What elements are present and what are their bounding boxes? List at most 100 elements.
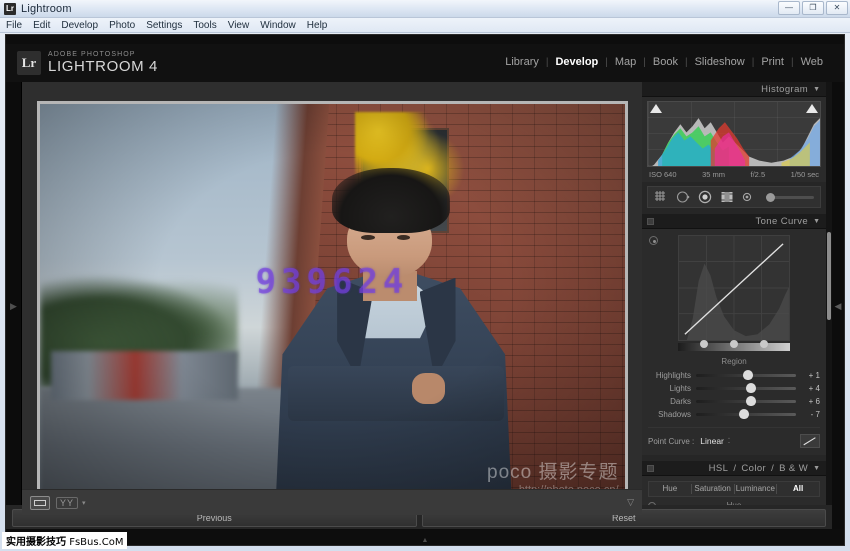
slider-track-lights[interactable] xyxy=(696,387,796,390)
slider-track-shadows[interactable] xyxy=(696,413,796,416)
menu-edit[interactable]: Edit xyxy=(33,20,50,31)
point-curve-dropdown-icon[interactable]: ⁚ xyxy=(728,437,730,445)
filmstrip-collapse-strip[interactable]: ▲ xyxy=(6,529,844,545)
slider-row-highlights: Highlights + 1 xyxy=(648,369,820,381)
menu-develop[interactable]: Develop xyxy=(61,20,98,31)
right-panel-scroll-thumb[interactable] xyxy=(827,232,831,320)
lightroom-frame: ▲ Lr ADOBE PHOTOSHOP LIGHTROOM 4 Library… xyxy=(5,34,845,546)
window-controls: — ❐ ✕ xyxy=(778,1,848,15)
lightroom-badge-icon: Lr xyxy=(17,51,41,75)
point-curve-row: Point Curve : Linear ⁚ xyxy=(648,427,820,448)
photo-vignette xyxy=(40,104,625,510)
loupe-view-icon[interactable] xyxy=(30,496,50,510)
tone-curve-panel-switch[interactable] xyxy=(647,218,654,225)
slider-knob-highlights[interactable] xyxy=(743,370,753,380)
histogram-graph[interactable] xyxy=(647,101,821,167)
red-eye-correction-icon[interactable] xyxy=(698,190,712,204)
hsl-panel-title-hsl[interactable]: HSL xyxy=(709,463,729,474)
point-curve-edit-button[interactable] xyxy=(800,434,820,448)
exif-shutter: 1/50 sec xyxy=(791,170,819,179)
slider-knob-lights[interactable] xyxy=(746,383,756,393)
module-develop[interactable]: Develop xyxy=(548,56,605,68)
hsl-tab-luminance[interactable]: Luminance xyxy=(735,481,777,497)
hsl-tab-all[interactable]: All xyxy=(777,481,819,497)
slider-track-highlights[interactable] xyxy=(696,374,796,377)
spot-removal-icon[interactable] xyxy=(676,190,690,204)
hsl-tab-hue[interactable]: Hue xyxy=(649,481,691,497)
photo-frame[interactable]: 939624 poco 摄影专题 http://photo.poco.cn/ xyxy=(37,101,628,513)
histogram-panel-body: ISO 640 35 mm f/2.5 1/50 sec xyxy=(642,97,826,182)
tone-curve-graph-wrap xyxy=(648,235,820,351)
tone-curve-panel-header[interactable]: Tone Curve ▼ xyxy=(642,214,826,229)
hsl-title-sep: / xyxy=(733,463,736,474)
tone-range-handle-highlights[interactable] xyxy=(760,340,768,348)
adjustment-brush-icon[interactable] xyxy=(742,190,756,204)
histogram-panel-header[interactable]: Histogram ▼ xyxy=(642,82,826,97)
identity-title: LIGHTROOM 4 xyxy=(48,59,158,75)
hsl-panel-title-color[interactable]: Color xyxy=(741,463,766,474)
slider-knob-darks[interactable] xyxy=(746,396,756,406)
brush-size-slider[interactable] xyxy=(766,196,814,199)
tone-curve-range-ramp[interactable] xyxy=(678,343,790,351)
slider-track-darks[interactable] xyxy=(696,400,796,403)
identity-plate[interactable]: Lr ADOBE PHOTOSHOP LIGHTROOM 4 xyxy=(17,51,158,75)
curve-edit-icon xyxy=(801,435,819,448)
slider-label-lights: Lights xyxy=(648,384,696,393)
right-panel-collapse-handle[interactable]: ◀ xyxy=(832,82,844,531)
brush-size-knob[interactable] xyxy=(766,193,775,202)
menu-settings[interactable]: Settings xyxy=(146,20,182,31)
tone-curve-panel-title: Tone Curve xyxy=(755,216,808,227)
slider-label-darks: Darks xyxy=(648,397,696,406)
tone-curve-graph[interactable] xyxy=(678,235,790,341)
tone-curve-panel-body: Region Highlights + 1 Lights xyxy=(642,229,826,455)
left-panel-collapse-handle[interactable]: ▶ xyxy=(6,82,22,531)
highlight-clipping-indicator[interactable] xyxy=(806,104,818,113)
tone-range-handle-midtones[interactable] xyxy=(730,340,738,348)
graduated-filter-icon[interactable] xyxy=(720,190,734,204)
app-root: Lr Lightroom — ❐ ✕ File Edit Develop Pho… xyxy=(0,0,850,551)
slider-row-lights: Lights + 4 xyxy=(648,382,820,394)
before-after-dropdown-icon[interactable]: ▾ xyxy=(82,499,86,507)
window-titlebar: Lr Lightroom — ❐ ✕ xyxy=(0,0,850,18)
module-web[interactable]: Web xyxy=(794,56,830,68)
maximize-button[interactable]: ❐ xyxy=(802,1,824,15)
minimize-button[interactable]: — xyxy=(778,1,800,15)
slider-knob-shadows[interactable] xyxy=(739,409,749,419)
menu-tools[interactable]: Tools xyxy=(193,20,216,31)
before-after-button[interactable]: YY xyxy=(56,497,78,509)
hsl-panel-title-bw[interactable]: B & W xyxy=(779,463,808,474)
chevron-down-icon[interactable]: ▼ xyxy=(813,86,820,93)
module-book[interactable]: Book xyxy=(646,56,685,68)
hsl-panel-switch[interactable] xyxy=(647,465,654,472)
histogram-curves xyxy=(648,102,820,167)
shadow-clipping-indicator[interactable] xyxy=(650,104,662,113)
module-print[interactable]: Print xyxy=(754,56,791,68)
top-panel-collapse-strip[interactable]: ▲ xyxy=(6,35,844,44)
menu-view[interactable]: View xyxy=(228,20,250,31)
tone-range-handle-shadows[interactable] xyxy=(700,340,708,348)
slider-label-highlights: Highlights xyxy=(648,371,696,380)
hsl-tab-saturation[interactable]: Saturation xyxy=(692,481,734,497)
chevron-down-icon[interactable]: ▼ xyxy=(813,465,820,472)
menu-window[interactable]: Window xyxy=(260,20,296,31)
menu-photo[interactable]: Photo xyxy=(109,20,135,31)
window-title: Lightroom xyxy=(21,3,72,15)
hsl-panel-header[interactable]: HSL / Color / B & W ▼ xyxy=(642,461,826,476)
module-map[interactable]: Map xyxy=(608,56,643,68)
module-slideshow[interactable]: Slideshow xyxy=(688,56,752,68)
histogram-panel-title: Histogram xyxy=(761,84,808,95)
slider-value-shadows: - 7 xyxy=(796,410,820,419)
module-library[interactable]: Library xyxy=(498,56,546,68)
chevron-down-icon[interactable]: ▼ xyxy=(813,218,820,225)
menu-help[interactable]: Help xyxy=(307,20,328,31)
point-curve-value[interactable]: Linear xyxy=(700,436,724,446)
slider-label-shadows: Shadows xyxy=(648,410,696,419)
crop-overlay-icon[interactable] xyxy=(654,190,668,204)
slider-value-highlights: + 1 xyxy=(796,371,820,380)
toolbar-options-icon[interactable]: ▽ xyxy=(627,497,634,508)
targeted-adjustment-tool-icon[interactable] xyxy=(649,236,658,245)
menu-file[interactable]: File xyxy=(6,20,22,31)
image-viewer[interactable]: 939624 poco 摄影专题 http://photo.poco.cn/ xyxy=(22,82,642,531)
chevron-left-icon: ◀ xyxy=(835,301,842,312)
close-button[interactable]: ✕ xyxy=(826,1,848,15)
